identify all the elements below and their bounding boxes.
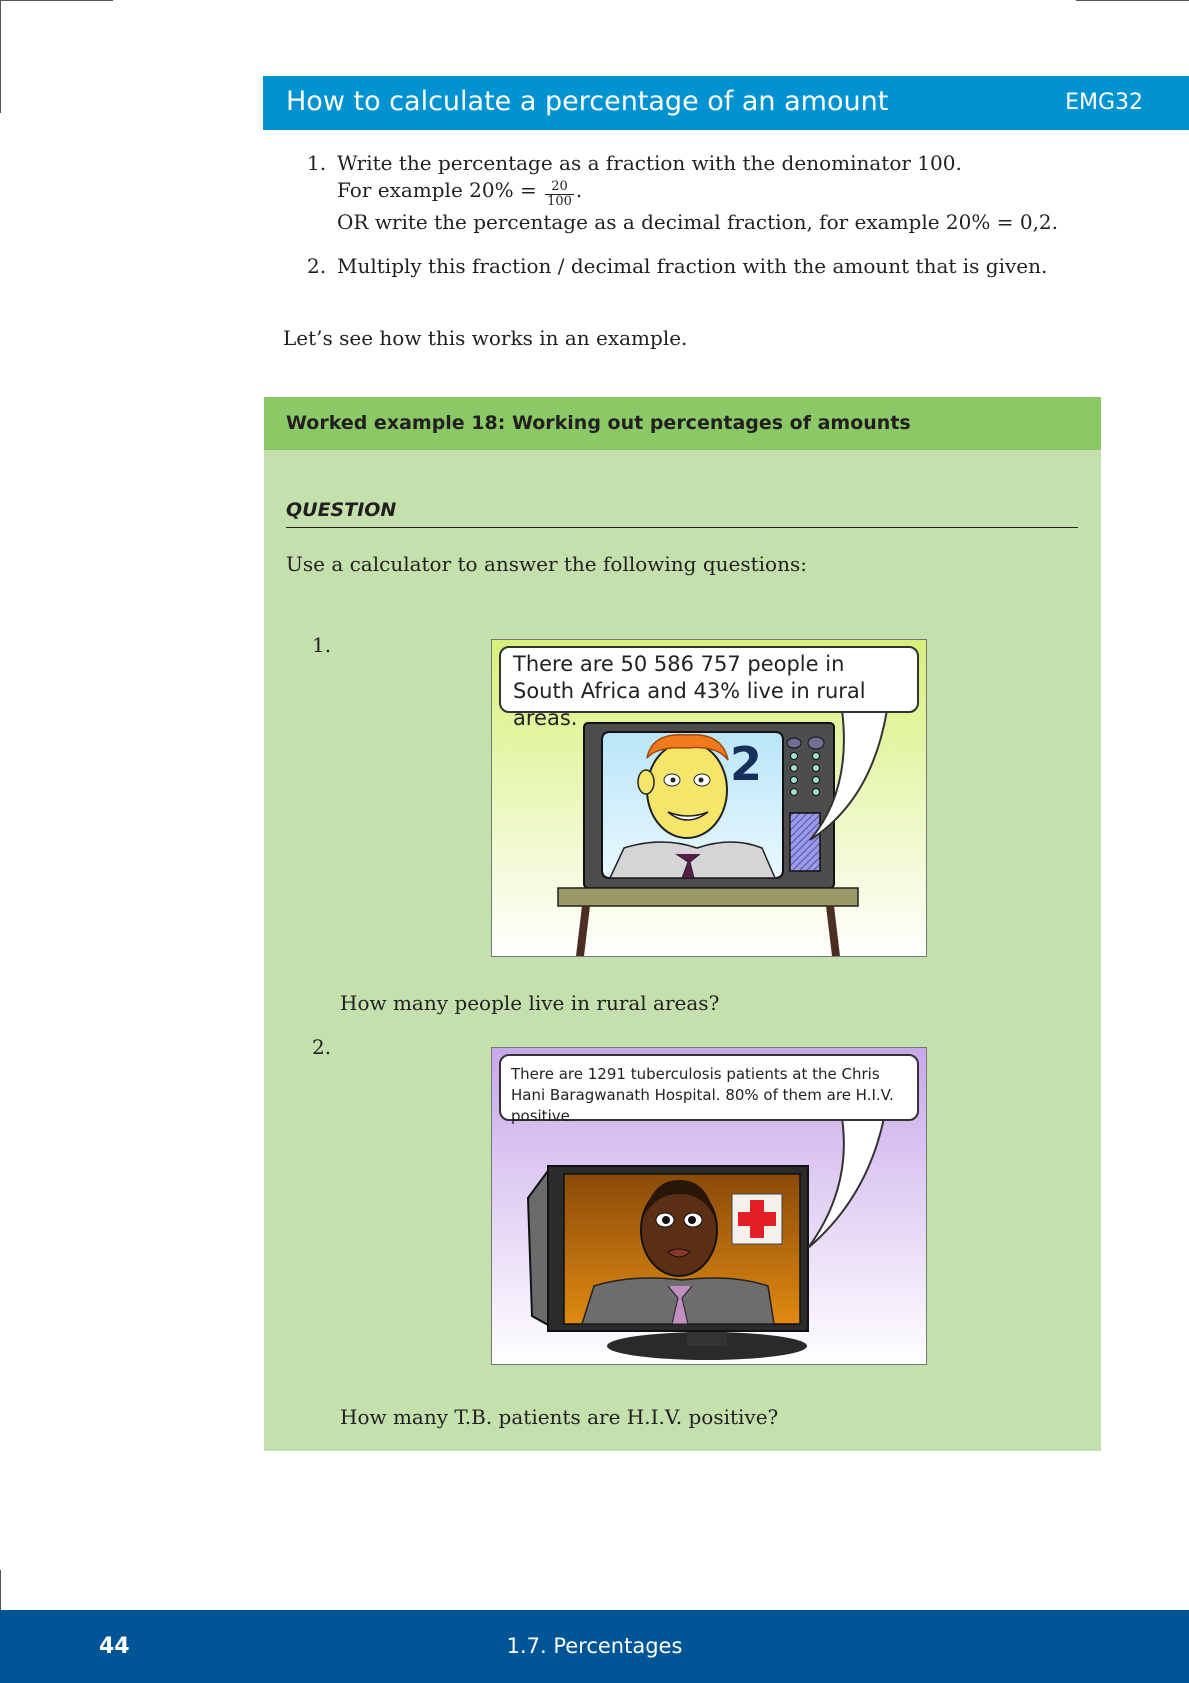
- cartoon-tv-doctor: There are 1291 tuberculosis patients at …: [491, 1047, 927, 1365]
- step-example: For example 20% = 20 100 .: [337, 177, 1107, 209]
- intro-text: Let’s see how this works in an example.: [283, 326, 688, 350]
- chapter-title: 1.7. Percentages: [506, 1634, 683, 1658]
- speech-bubble: There are 50 586 757 people in South Afr…: [499, 646, 919, 730]
- fraction-numerator: 20: [545, 180, 574, 195]
- section-header: How to calculate a percentage of an amou…: [263, 76, 1189, 130]
- section-code: EMG32: [1065, 90, 1143, 115]
- example-header: Worked example 18: Working out percentag…: [264, 397, 1101, 450]
- step-number: 1.: [307, 151, 327, 175]
- step-text: Write the percentage as a fraction with …: [337, 151, 962, 175]
- fraction: 20 100: [545, 180, 574, 209]
- crop-mark: [0, 1570, 1, 1610]
- example-suffix: .: [575, 178, 583, 202]
- question-text: How many people live in rural areas?: [340, 991, 720, 1015]
- section-title: How to calculate a percentage of an amou…: [286, 86, 889, 117]
- list-item: 1. Write the percentage as a fraction wi…: [307, 150, 1107, 236]
- crop-mark: [0, 0, 113, 1]
- step-text: Multiply this fraction / decimal fractio…: [337, 254, 1048, 278]
- worked-example: Worked example 18: Working out percentag…: [264, 397, 1101, 1451]
- fraction-denominator: 100: [547, 194, 572, 209]
- question-number: 1.: [312, 633, 332, 657]
- svg-text:2: 2: [730, 737, 762, 791]
- step-alternative: OR write the percentage as a decimal fra…: [337, 210, 1059, 234]
- page-footer: 44 1.7. Percentages: [0, 1610, 1189, 1683]
- question-intro: Use a calculator to answer the following…: [286, 552, 807, 576]
- step-number: 2.: [307, 254, 327, 278]
- steps-list: 1. Write the percentage as a fraction wi…: [307, 150, 1107, 280]
- cartoon-tv-presenter: 2 There are 50 586 757 people in South A…: [491, 639, 927, 957]
- question-number: 2.: [312, 1035, 332, 1059]
- list-item: 2. Multiply this fraction / decimal frac…: [307, 253, 1107, 280]
- question-text: How many T.B. patients are H.I.V. positi…: [340, 1405, 779, 1429]
- speech-bubble: There are 1291 tuberculosis patients at …: [499, 1054, 919, 1125]
- crop-mark: [0, 0, 1, 113]
- crop-mark: [1076, 0, 1189, 1]
- question-label: QUESTION: [286, 499, 1078, 528]
- example-prefix: For example 20% =: [337, 178, 537, 202]
